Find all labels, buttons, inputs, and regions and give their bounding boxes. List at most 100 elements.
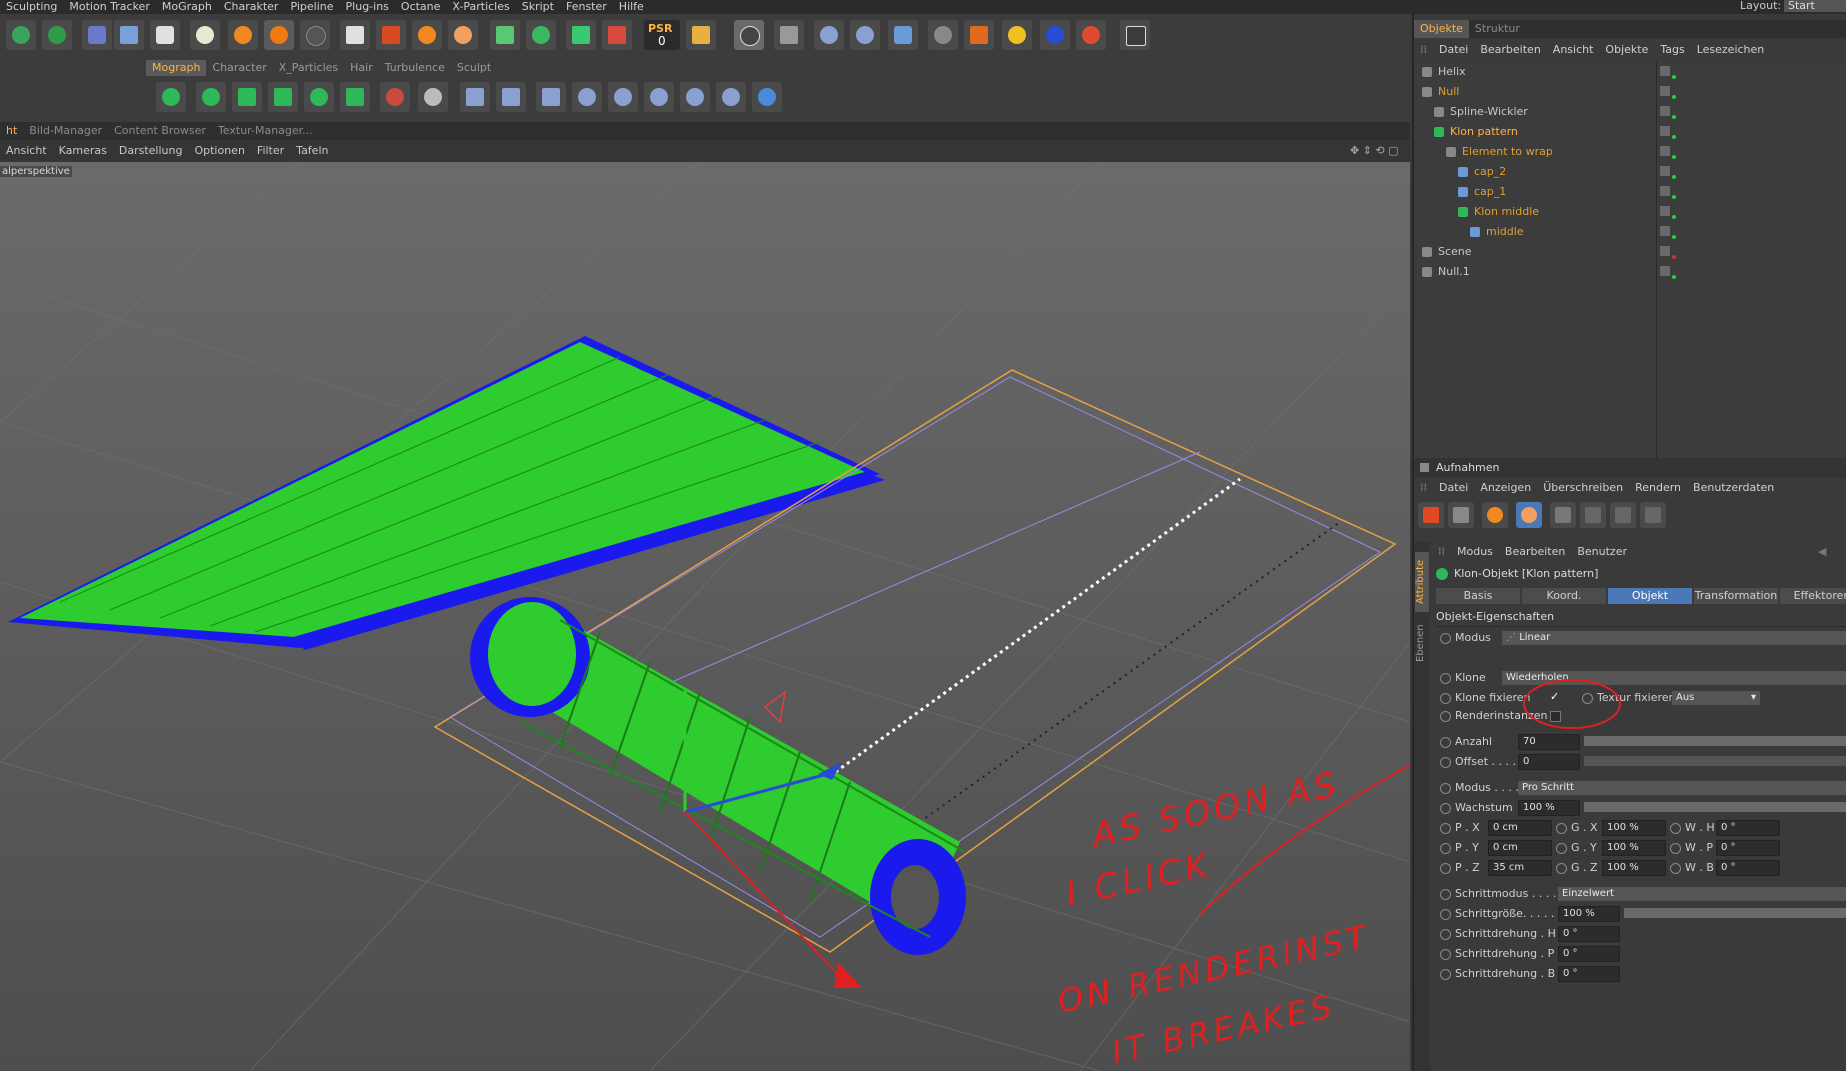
mesh-points-icon[interactable] xyxy=(566,20,596,50)
layers-icon[interactable] xyxy=(490,20,520,50)
sdp-field[interactable]: 0 ° xyxy=(1558,946,1620,962)
python-icon[interactable] xyxy=(888,20,918,50)
anim-radio[interactable] xyxy=(1440,710,1451,722)
visibility-flags[interactable] xyxy=(1660,166,1686,179)
viewport-camera-label[interactable]: alperspektive xyxy=(0,166,72,177)
camera-icon[interactable] xyxy=(150,20,180,50)
object-name[interactable]: cap_2 xyxy=(1474,162,1506,182)
vp-menu-kameras[interactable]: Kameras xyxy=(53,140,113,162)
pin-icon[interactable] xyxy=(526,20,556,50)
tracer-icon[interactable] xyxy=(304,82,334,112)
menu-mograph[interactable]: MoGraph xyxy=(156,1,218,13)
take-clapper-icon[interactable] xyxy=(1550,502,1576,528)
anim-radio[interactable] xyxy=(1440,782,1451,794)
tab-turbulence[interactable]: Turbulence xyxy=(379,60,451,76)
anim-radio[interactable] xyxy=(1440,802,1451,814)
anim-radio[interactable] xyxy=(1440,968,1451,980)
mesh-edges-icon[interactable] xyxy=(602,20,632,50)
sphere-material-icon[interactable] xyxy=(264,20,294,50)
am-menu-modus[interactable]: Modus xyxy=(1451,542,1499,562)
down-arrow-icon[interactable] xyxy=(1040,20,1070,50)
wp-field[interactable]: 0 ° xyxy=(1716,840,1780,856)
anim-radio[interactable] xyxy=(1440,948,1451,960)
menu-motion-tracker[interactable]: Motion Tracker xyxy=(63,1,155,13)
take-clone-icon[interactable] xyxy=(1448,502,1474,528)
step-effector-icon[interactable] xyxy=(680,82,710,112)
object-row[interactable]: Element to wrap xyxy=(1414,142,1846,162)
object-name[interactable]: Element to wrap xyxy=(1462,142,1553,162)
anim-radio[interactable] xyxy=(1556,862,1567,874)
menu-x-particles[interactable]: X-Particles xyxy=(446,1,515,13)
object-row[interactable]: Scene xyxy=(1414,242,1846,262)
visibility-flags[interactable] xyxy=(1660,106,1686,119)
object-row[interactable]: Null xyxy=(1414,82,1846,102)
object-name[interactable]: cap_1 xyxy=(1474,182,1506,202)
px-field[interactable]: 0 cm xyxy=(1488,820,1552,836)
tab-character[interactable]: Character xyxy=(206,60,272,76)
om-menu-datei[interactable]: Datei xyxy=(1433,40,1474,60)
schrittgroesse-field[interactable]: 100 % xyxy=(1558,906,1620,922)
tab-effektoren[interactable]: Effektoren xyxy=(1780,588,1846,604)
am-menu-bearbeiten[interactable]: Bearbeiten xyxy=(1499,542,1571,562)
target-effector-icon[interactable] xyxy=(716,82,746,112)
anim-radio[interactable] xyxy=(1440,756,1451,768)
om-menu-lesezeichen[interactable]: Lesezeichen xyxy=(1691,40,1771,60)
object-name[interactable]: Klon middle xyxy=(1474,202,1539,222)
spheres-icon[interactable] xyxy=(814,20,844,50)
list-icon[interactable] xyxy=(774,20,804,50)
magnifier-icon[interactable] xyxy=(1076,20,1106,50)
object-row[interactable]: cap_1 xyxy=(1414,182,1846,202)
takes-menu-anzeigen[interactable]: Anzeigen xyxy=(1474,478,1537,498)
fracture-icon[interactable] xyxy=(268,82,298,112)
visibility-flags[interactable] xyxy=(1660,86,1686,99)
moextrude-icon[interactable] xyxy=(340,82,370,112)
anim-radio[interactable] xyxy=(1670,842,1681,854)
visibility-flags[interactable] xyxy=(1660,226,1686,239)
menu-skript[interactable]: Skript xyxy=(516,1,560,13)
am-menu-benutzer[interactable]: Benutzer xyxy=(1571,542,1633,562)
tab-hair[interactable]: Hair xyxy=(344,60,379,76)
3d-viewport[interactable] xyxy=(0,162,1410,1071)
tab-x-particles[interactable]: X_Particles xyxy=(273,60,344,76)
visibility-flags[interactable] xyxy=(1660,246,1686,259)
anim-radio[interactable] xyxy=(1440,888,1451,900)
object-row[interactable]: middle xyxy=(1414,222,1846,242)
plain-effector-icon[interactable] xyxy=(460,82,490,112)
sphere-orange-icon[interactable] xyxy=(228,20,258,50)
visibility-flags[interactable] xyxy=(1660,266,1686,279)
schrittgroesse-slider[interactable] xyxy=(1624,908,1846,918)
tab-koord[interactable]: Koord. xyxy=(1522,588,1606,604)
menu-hilfe[interactable]: Hilfe xyxy=(613,1,650,13)
visibility-flags[interactable] xyxy=(1660,66,1686,79)
gz-field[interactable]: 100 % xyxy=(1602,860,1666,876)
viewport-nav-icons[interactable]: ✥ ⇕ ⟲ ▢ xyxy=(1344,140,1405,162)
anim-radio[interactable] xyxy=(1440,632,1451,644)
no-texture-icon[interactable] xyxy=(734,20,764,50)
vp-menu-darstellung[interactable]: Darstellung xyxy=(113,140,189,162)
menu-plugins[interactable]: Plug-ins xyxy=(340,1,395,13)
shader-effector-icon[interactable] xyxy=(608,82,638,112)
vp-menu-filter[interactable]: Filter xyxy=(251,140,290,162)
object-name[interactable]: Klon pattern xyxy=(1450,122,1518,142)
gy-field[interactable]: 100 % xyxy=(1602,840,1666,856)
tab-attribute[interactable]: Attribute xyxy=(1415,552,1429,612)
takes-menu-benutzerdaten[interactable]: Benutzerdaten xyxy=(1687,478,1780,498)
snap-settings-icon[interactable] xyxy=(686,20,716,50)
object-row[interactable]: Klon middle xyxy=(1414,202,1846,222)
pz-field[interactable]: 35 cm xyxy=(1488,860,1552,876)
tab-mograph[interactable]: Mograph xyxy=(146,60,207,76)
textur-fixieren-dropdown[interactable]: Aus ▾ xyxy=(1672,691,1760,705)
menu-fenster[interactable]: Fenster xyxy=(560,1,613,13)
box-orange-icon[interactable] xyxy=(964,20,994,50)
tab-objekte[interactable]: Objekte xyxy=(1414,20,1469,38)
takes-menu-ueberschreiben[interactable]: Überschreiben xyxy=(1537,478,1629,498)
anim-radio[interactable] xyxy=(1440,692,1451,704)
visibility-flags[interactable] xyxy=(1660,206,1686,219)
tab-objekt[interactable]: Objekt xyxy=(1608,588,1692,604)
schrittmodus-dropdown[interactable]: Einzelwert xyxy=(1558,887,1846,901)
cube-icon[interactable] xyxy=(6,20,36,50)
matrix-icon[interactable] xyxy=(196,82,226,112)
menu-charakter[interactable]: Charakter xyxy=(218,1,285,13)
takes-menu-rendern[interactable]: Rendern xyxy=(1629,478,1687,498)
object-row[interactable]: Null.1 xyxy=(1414,262,1846,282)
